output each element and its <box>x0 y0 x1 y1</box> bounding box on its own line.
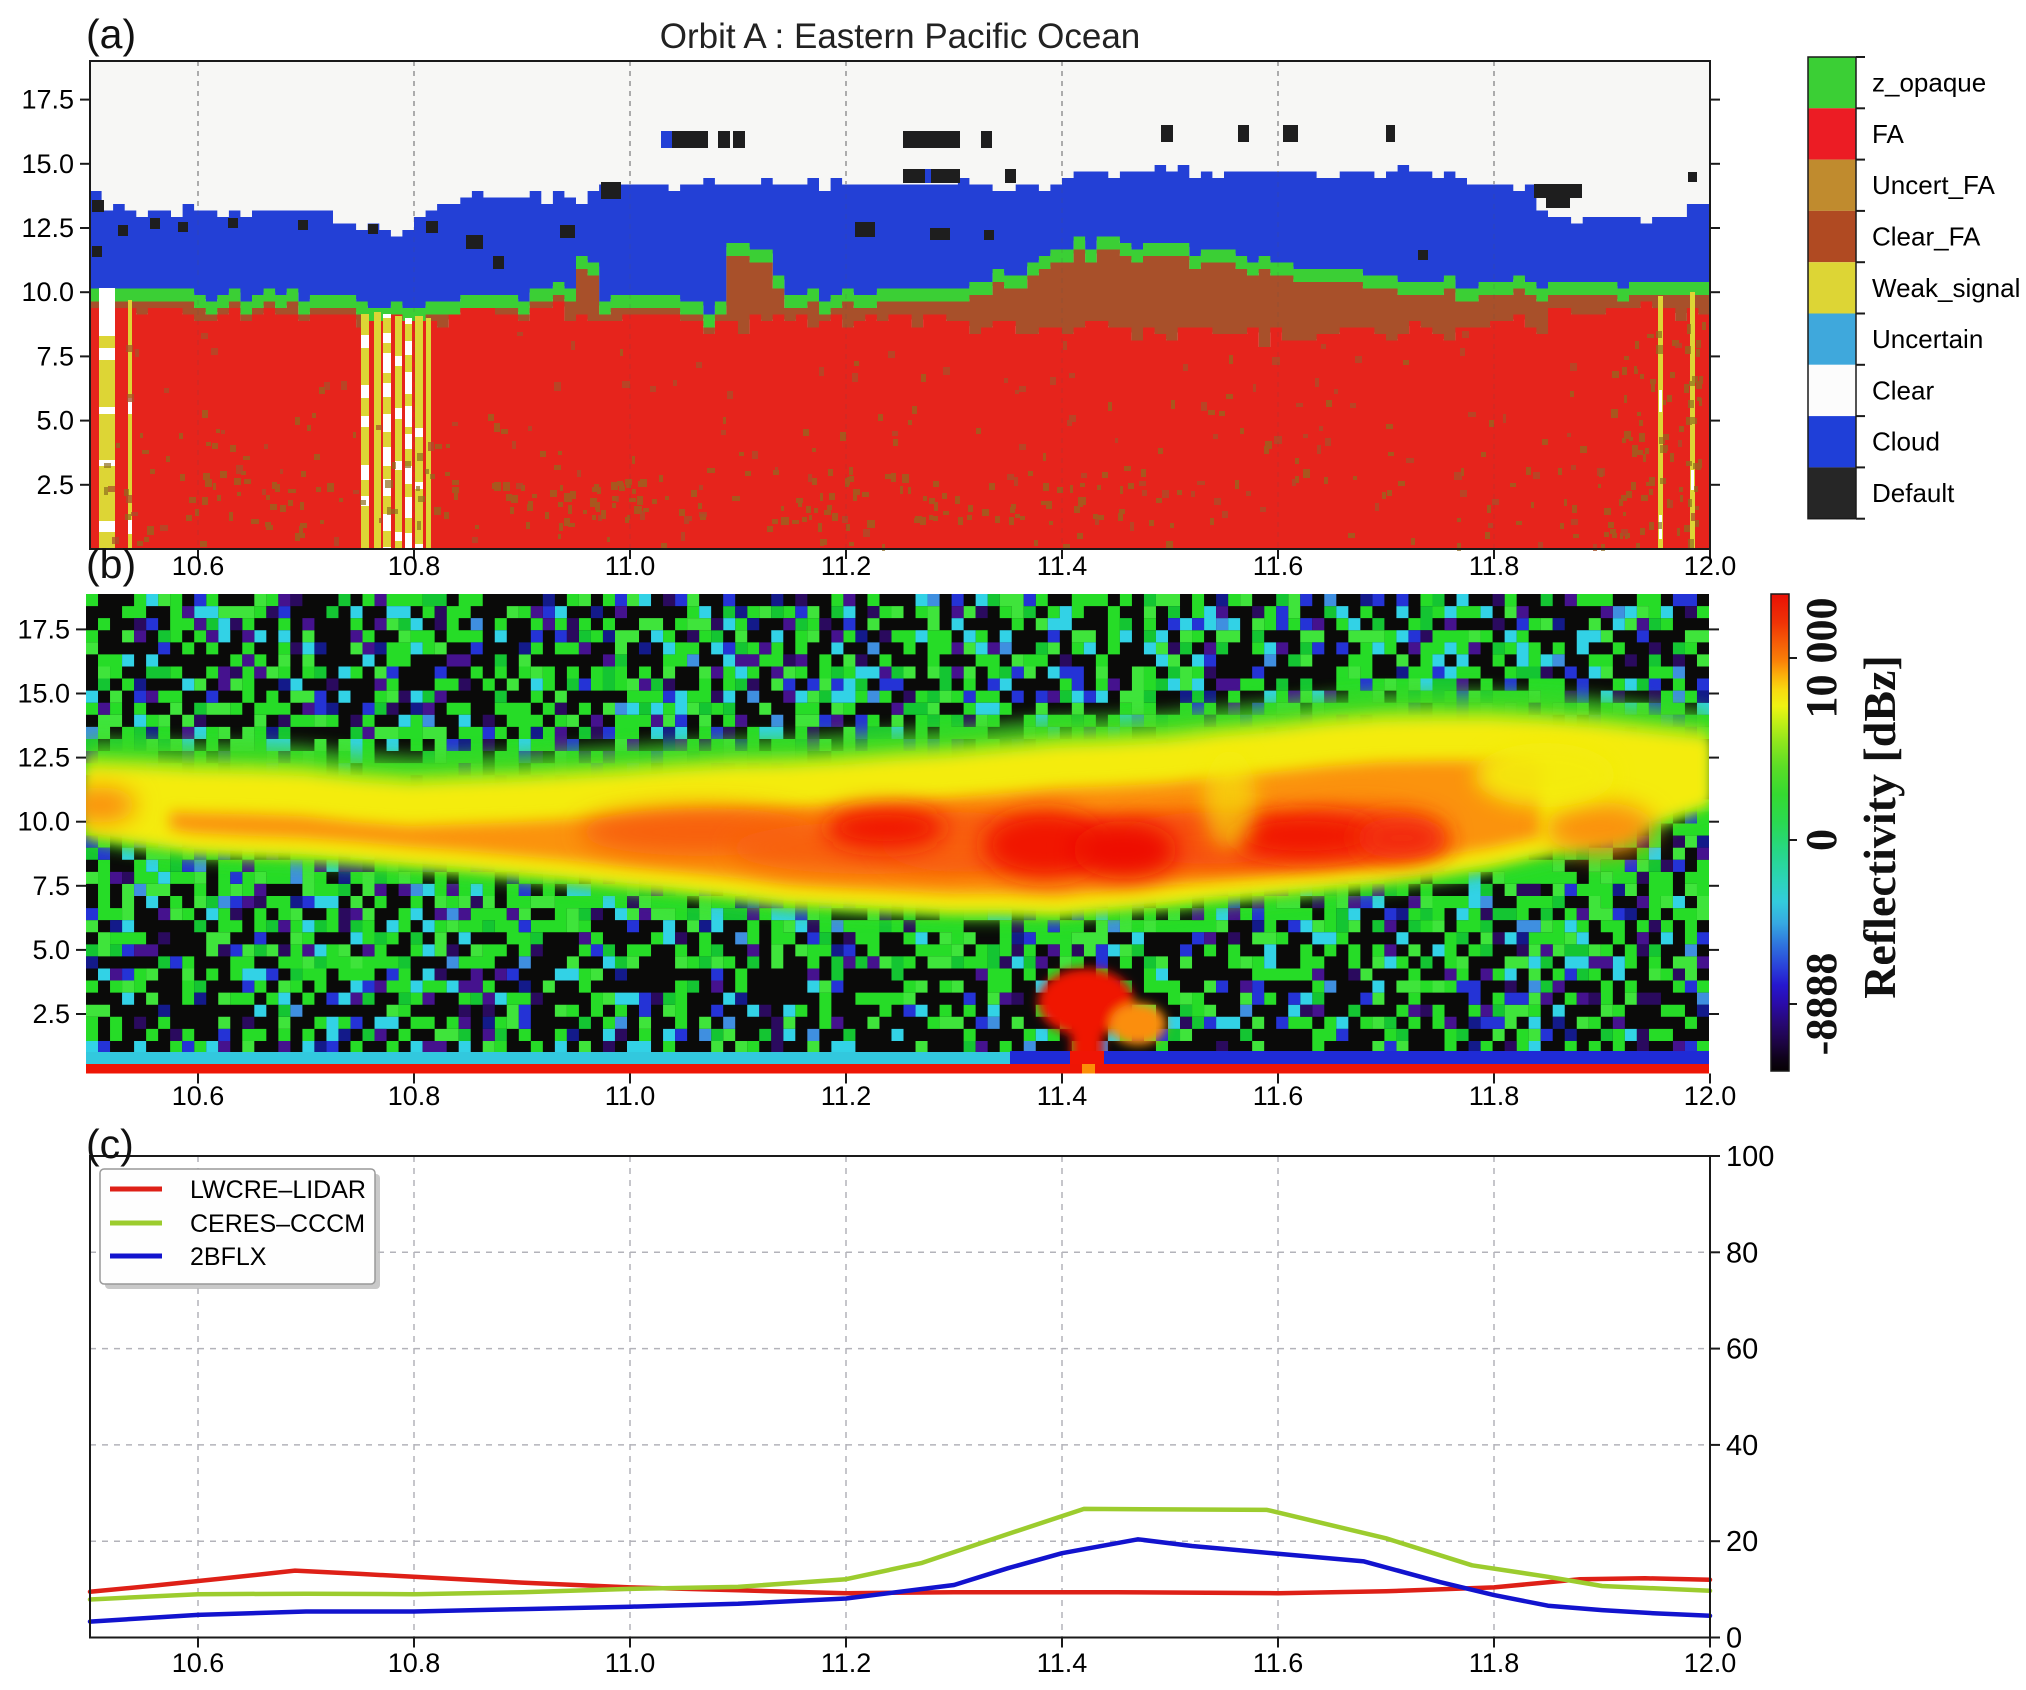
svg-text:12.5: 12.5 <box>21 213 74 243</box>
svg-text:11.4: 11.4 <box>1037 1081 1088 1111</box>
svg-text:10.8: 10.8 <box>388 1081 441 1111</box>
svg-text:Reflectivity [dBz]: Reflectivity [dBz] <box>1854 655 1905 999</box>
svg-text:7.5: 7.5 <box>36 341 74 371</box>
svg-text:2.5: 2.5 <box>32 999 70 1029</box>
svg-text:10.6: 10.6 <box>172 1648 225 1678</box>
svg-text:-8888: -8888 <box>1797 953 1846 1056</box>
svg-text:Clear: Clear <box>1872 375 1934 405</box>
svg-text:10.0: 10.0 <box>21 277 74 307</box>
svg-text:11.2: 11.2 <box>821 1081 872 1111</box>
svg-text:z_opaque: z_opaque <box>1872 68 1986 98</box>
svg-text:11.4: 11.4 <box>1037 551 1088 581</box>
svg-text:2.5: 2.5 <box>36 470 74 500</box>
svg-text:Uncert_FA: Uncert_FA <box>1872 170 1995 200</box>
svg-text:0: 0 <box>1726 1623 1742 1655</box>
svg-text:11.0: 11.0 <box>605 551 656 581</box>
svg-text:11.8: 11.8 <box>1469 1081 1520 1111</box>
svg-text:Orbit A : Eastern Pacific Ocea: Orbit A : Eastern Pacific Ocean <box>660 17 1141 56</box>
svg-text:15.0: 15.0 <box>21 149 74 179</box>
svg-text:11.6: 11.6 <box>1253 551 1304 581</box>
svg-text:11.0: 11.0 <box>605 1648 656 1678</box>
svg-text:(c): (c) <box>86 1121 134 1167</box>
svg-text:7.5: 7.5 <box>32 871 70 901</box>
svg-text:11.0: 11.0 <box>605 1081 656 1111</box>
svg-text:11.8: 11.8 <box>1469 1648 1520 1678</box>
svg-text:Default: Default <box>1872 478 1955 508</box>
svg-text:60: 60 <box>1726 1334 1758 1366</box>
svg-text:Weak_signal: Weak_signal <box>1872 273 2020 303</box>
svg-text:12.0: 12.0 <box>1684 1081 1737 1111</box>
svg-text:15.0: 15.0 <box>17 679 70 709</box>
svg-text:5.0: 5.0 <box>36 406 74 436</box>
svg-text:5.0: 5.0 <box>32 935 70 965</box>
svg-text:CERES–CCCM: CERES–CCCM <box>190 1210 365 1238</box>
svg-text:10 000: 10 000 <box>1797 598 1846 719</box>
svg-text:0: 0 <box>1797 829 1846 851</box>
svg-text:10.8: 10.8 <box>388 1648 441 1678</box>
svg-text:(b): (b) <box>86 541 136 587</box>
svg-text:100: 100 <box>1726 1141 1774 1173</box>
svg-text:Clear_FA: Clear_FA <box>1872 222 1981 252</box>
svg-text:11.2: 11.2 <box>821 1648 872 1678</box>
svg-text:2BFLX: 2BFLX <box>190 1243 267 1271</box>
svg-text:Cloud: Cloud <box>1872 427 1940 457</box>
svg-text:17.5: 17.5 <box>21 85 74 115</box>
svg-text:FA: FA <box>1872 119 1904 149</box>
svg-text:10.8: 10.8 <box>388 551 441 581</box>
svg-text:Uncertain: Uncertain <box>1872 324 1983 354</box>
svg-text:(a): (a) <box>86 11 136 57</box>
svg-text:12.0: 12.0 <box>1684 551 1737 581</box>
svg-text:20: 20 <box>1726 1526 1758 1558</box>
svg-text:LWCRE–LIDAR: LWCRE–LIDAR <box>190 1176 366 1204</box>
svg-text:11.4: 11.4 <box>1037 1648 1088 1678</box>
svg-text:10.6: 10.6 <box>172 1081 225 1111</box>
svg-text:17.5: 17.5 <box>17 614 70 644</box>
svg-text:11.6: 11.6 <box>1253 1648 1304 1678</box>
svg-text:10.6: 10.6 <box>172 551 225 581</box>
svg-text:11.2: 11.2 <box>821 551 872 581</box>
svg-text:40: 40 <box>1726 1430 1758 1462</box>
svg-text:10.0: 10.0 <box>17 807 70 837</box>
svg-text:11.6: 11.6 <box>1253 1081 1304 1111</box>
svg-text:12.5: 12.5 <box>17 743 70 773</box>
svg-text:80: 80 <box>1726 1237 1758 1269</box>
svg-text:11.8: 11.8 <box>1469 551 1520 581</box>
